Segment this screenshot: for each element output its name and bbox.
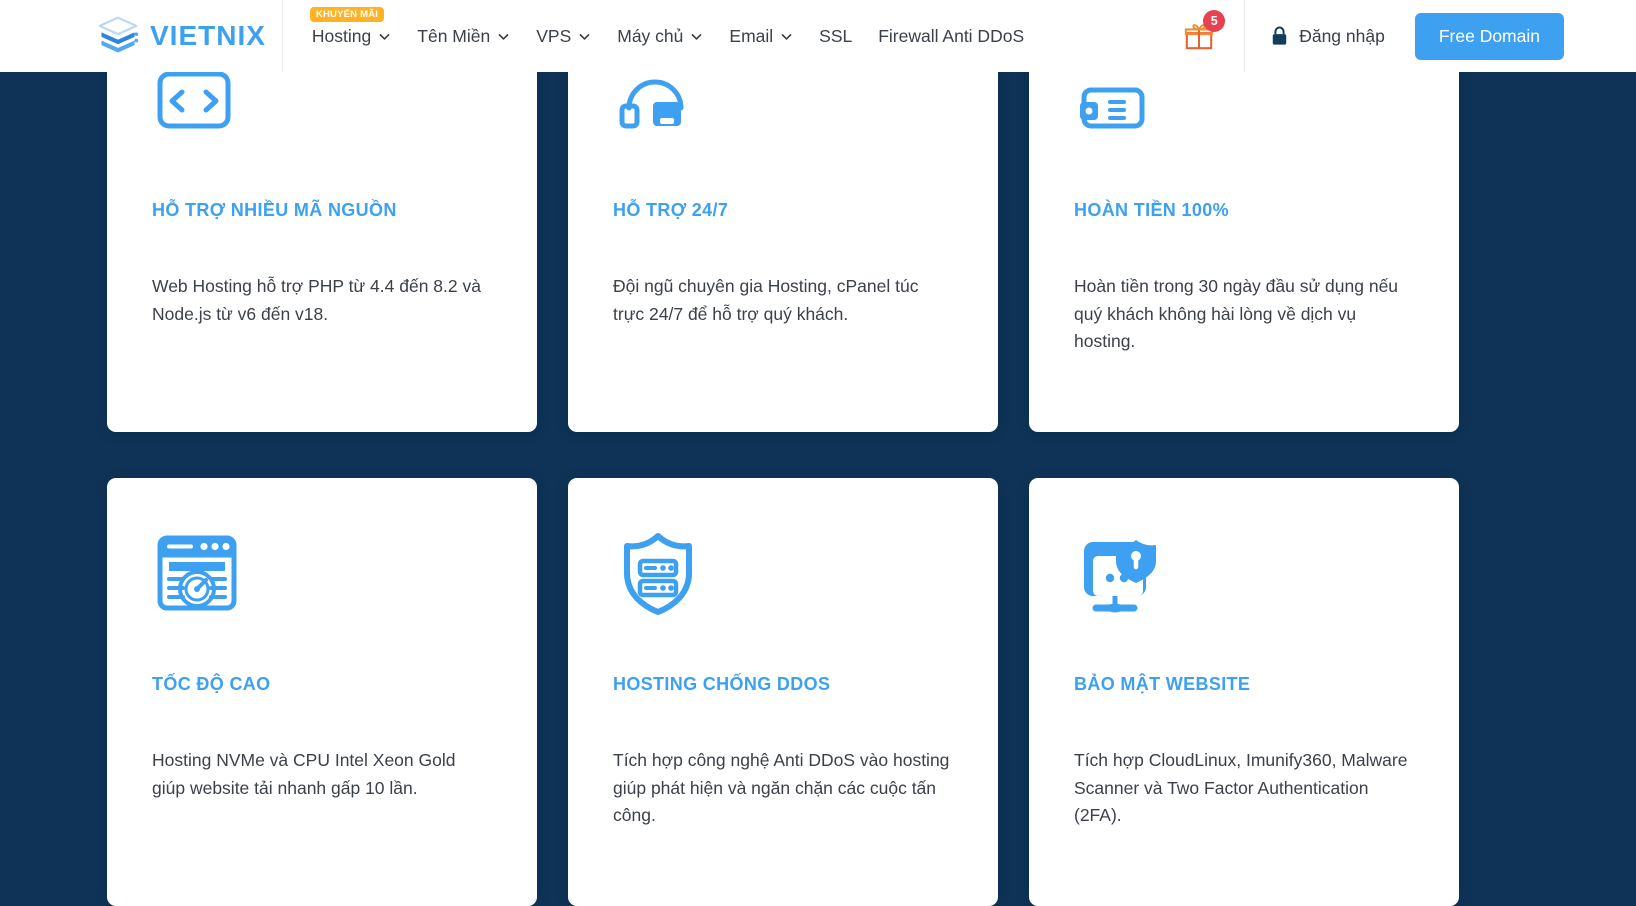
feature-description: Tích hợp công nghệ Anti DDoS vào hosting… [613, 750, 950, 826]
main-navigation: KHUYẾN MÃI Hosting Tên Miền VPS Máy chủ … [299, 0, 1037, 72]
nav-item-ten-mien[interactable]: Tên Miền [404, 0, 523, 72]
nav-item-vps[interactable]: VPS [523, 0, 604, 72]
nav-item-ssl[interactable]: SSL [806, 0, 865, 72]
feature-description: Đội ngũ chuyên gia Hosting, cPanel túc t… [613, 276, 919, 324]
feature-description: Hosting NVMe và CPU Intel Xeon Gold giúp… [152, 750, 456, 798]
nav-item-hosting[interactable]: KHUYẾN MÃI Hosting [299, 0, 404, 72]
feature-description: Tích hợp CloudLinux, Imunify360, Malware… [1074, 750, 1408, 826]
promo-badge: KHUYẾN MÃI [309, 7, 385, 22]
feature-title: HOSTING CHỐNG DDOS [613, 674, 831, 694]
free-domain-button[interactable]: Free Domain [1414, 12, 1564, 60]
nav-item-firewall-anti-ddos[interactable]: Firewall Anti DDoS [865, 0, 1037, 72]
shield-server-icon [613, 526, 953, 618]
feature-title: BẢO MẬT WEBSITE [1074, 674, 1251, 694]
login-label: Đăng nhập [1299, 25, 1385, 46]
monitor-lock-icon [1074, 526, 1414, 618]
chevron-down-icon [379, 33, 390, 40]
header-actions: 5 Đăng nhập Free Domain [1176, 0, 1564, 72]
chevron-down-icon [781, 33, 792, 40]
stacked-layers-logo [98, 16, 139, 53]
feature-title: TỐC ĐỘ CAO [152, 674, 271, 694]
chevron-down-icon [579, 33, 590, 40]
feature-title: HỖ TRỢ NHIỀU MÃ NGUỒN [152, 200, 397, 220]
lock-icon [1272, 26, 1287, 45]
feature-card[interactable]: HOSTING CHỐNG DDOS Tích hợp công nghệ An… [568, 478, 998, 906]
feature-description: Hoàn tiền trong 30 ngày đầu sử dụng nếu … [1074, 276, 1399, 352]
nav-item-email[interactable]: Email [716, 0, 806, 72]
nav-label: Máy chủ [617, 25, 684, 46]
features-section: HỖ TRỢ NHIỀU MÃ NGUỒN Web Hosting hỗ trợ… [0, 4, 1636, 906]
feature-description: Web Hosting hỗ trợ PHP từ 4.4 đến 8.2 và… [152, 276, 481, 324]
feature-card[interactable]: TỐC ĐỘ CAO Hosting NVMe và CPU Intel Xeo… [107, 478, 537, 906]
features-grid: HỖ TRỢ NHIỀU MÃ NGUỒN Web Hosting hỗ trợ… [107, 4, 1530, 906]
speedometer-browser-icon [152, 526, 492, 618]
site-header: VIETNIX KHUYẾN MÃI Hosting Tên Miền VPS … [0, 0, 1636, 72]
login-link[interactable]: Đăng nhập [1271, 26, 1385, 47]
nav-label: Hosting [311, 25, 372, 46]
nav-label: Tên Miền [417, 25, 491, 46]
logo[interactable]: VIETNIX [96, 0, 266, 72]
header-divider [1244, 0, 1246, 72]
gift-button[interactable]: 5 [1176, 10, 1226, 59]
nav-label: VPS [536, 25, 572, 46]
chevron-down-icon [692, 33, 702, 40]
chevron-down-icon [498, 33, 509, 40]
feature-title: HOÀN TIỀN 100% [1074, 200, 1229, 220]
header-divider [281, 0, 283, 72]
feature-title: HỖ TRỢ 24/7 [613, 200, 729, 220]
nav-label: Firewall Anti DDoS [878, 25, 1025, 46]
gift-count-badge: 5 [1203, 10, 1226, 32]
nav-label: Email [729, 25, 774, 46]
nav-label: SSL [819, 25, 853, 46]
logo-text: VIETNIX [150, 20, 266, 51]
nav-item-may-chu[interactable]: Máy chủ [604, 0, 716, 72]
feature-card[interactable]: BẢO MẬT WEBSITE Tích hợp CloudLinux, Imu… [1029, 478, 1459, 906]
